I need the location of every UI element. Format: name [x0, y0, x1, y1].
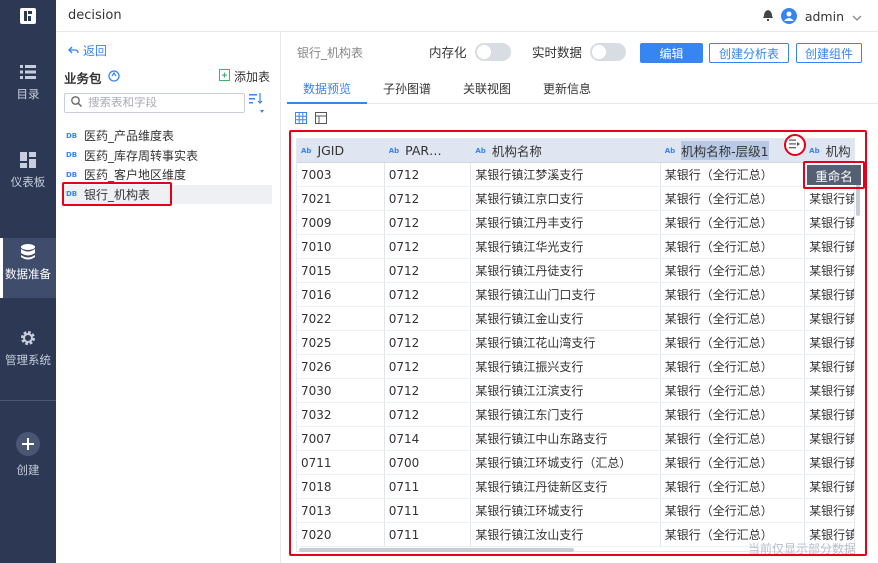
db-icon: DB: [66, 151, 78, 160]
back-label: 返回: [83, 44, 108, 58]
view-switcher: [295, 112, 327, 127]
nav-label-catalog: 目录: [16, 87, 40, 101]
memory-label: 内存化: [429, 45, 467, 60]
nav-item-dashboard[interactable]: 仪表板: [0, 152, 56, 204]
db-icon: DB: [66, 170, 78, 179]
nav-label-data-prep: 数据准备: [5, 267, 51, 281]
package-label: 业务包: [64, 71, 102, 86]
app-logo[interactable]: [0, 0, 56, 32]
nav-item-catalog[interactable]: 目录: [0, 64, 56, 116]
tab-update-info[interactable]: 更新信息: [527, 72, 607, 104]
tab-data-preview[interactable]: 数据预览: [287, 72, 368, 104]
table-item[interactable]: DB 医药_库存周转事实表: [64, 146, 272, 166]
gear-icon: [20, 330, 36, 346]
table-item[interactable]: DB 医药_产品维度表: [64, 126, 272, 146]
table-name: 医药_客户地区维度: [84, 168, 187, 183]
package-sidebar: 返回 业务包 添加表 DB 医药_产品维度表 DB 医药_库存周转事实表 DB 医药_…: [56, 32, 281, 563]
add-table-button[interactable]: 添加表: [218, 68, 270, 85]
back-arrow-icon: [68, 44, 79, 58]
realtime-toggle[interactable]: [590, 42, 627, 61]
user-avatar[interactable]: [780, 8, 797, 24]
tab-bar: 数据预览 子孙图谱 关联视图 更新信息: [287, 72, 878, 104]
plus-icon: [16, 432, 40, 456]
chevron-down-icon[interactable]: [852, 9, 862, 24]
bell-icon[interactable]: [762, 9, 773, 24]
db-icon: DB: [66, 131, 78, 140]
nav-item-data-prep[interactable]: 数据准备: [0, 238, 56, 298]
package-title: 业务包: [64, 68, 120, 87]
card-view-icon[interactable]: [315, 112, 327, 127]
database-icon: [21, 244, 35, 260]
create-analysis-button[interactable]: 创建分析表: [709, 43, 789, 63]
nav-divider: [0, 400, 56, 401]
top-bar: decision admin: [56, 0, 878, 32]
dashboard-icon: [20, 152, 36, 168]
realtime-toggle-group: 实时数据: [532, 42, 627, 61]
main-panel: 银行_机构表 内存化 实时数据 编辑 创建分析表 创建组件 数据预览 子孙图谱 …: [281, 32, 878, 563]
grid-view-icon[interactable]: [295, 112, 307, 127]
tab-relation-view[interactable]: 关联视图: [447, 72, 527, 104]
username[interactable]: admin: [805, 9, 844, 24]
app-title: decision: [68, 8, 122, 23]
highlight-box: [289, 130, 867, 556]
memory-toggle[interactable]: [474, 42, 511, 61]
table-name: 医药_产品维度表: [84, 129, 175, 144]
sort-icon[interactable]: [249, 93, 265, 118]
table-name: 医药_库存周转事实表: [84, 148, 199, 163]
table-title: 银行_机构表: [297, 46, 364, 60]
search-icon: [71, 96, 83, 110]
realtime-label: 实时数据: [532, 45, 583, 60]
tab-lineage[interactable]: 子孙图谱: [367, 72, 447, 104]
memory-toggle-group: 内存化: [429, 42, 511, 61]
back-link[interactable]: 返回: [68, 42, 107, 59]
add-table-label: 添加表: [233, 70, 270, 84]
nav-item-create[interactable]: 创建: [0, 432, 56, 482]
table-search: [64, 93, 245, 113]
nav-label-admin: 管理系统: [5, 353, 51, 367]
highlight-box: [62, 182, 172, 206]
main-nav: 目录 仪表板 数据准备 管理系统 创建: [0, 0, 56, 563]
list-icon: [20, 64, 36, 80]
add-file-icon: [218, 69, 230, 84]
nav-item-admin[interactable]: 管理系统: [0, 330, 56, 382]
edit-button[interactable]: 编辑: [640, 43, 703, 63]
nav-label-dashboard: 仪表板: [10, 175, 46, 189]
create-component-button[interactable]: 创建组件: [796, 43, 862, 63]
nav-label-create: 创建: [16, 463, 40, 477]
table-search-input[interactable]: [88, 97, 238, 109]
refresh-icon[interactable]: [107, 70, 120, 85]
